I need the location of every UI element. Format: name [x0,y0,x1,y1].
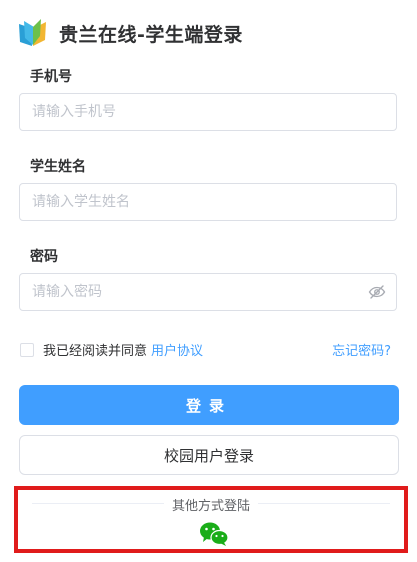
other-login-title: 其他方式登陆 [18,495,404,514]
password-label: 密码 [30,249,58,265]
eye-off-icon[interactable] [368,283,386,301]
phone-input[interactable] [19,93,397,131]
login-header: 贵兰在线-学生端登录 [17,16,243,50]
other-login-section: 其他方式登陆 [14,486,408,553]
book-logo-icon [19,19,46,46]
student-name-label: 学生姓名 [30,159,86,175]
forgot-password-link[interactable]: 忘记密码? [332,340,391,359]
student-name-input[interactable] [19,183,397,221]
agreement-row: 我已经阅读并同意 用户协议 [20,340,203,359]
other-login-title-text: 其他方式登陆 [163,499,258,514]
user-agreement-link[interactable]: 用户协议 [151,340,203,359]
page-title: 贵兰在线-学生端登录 [59,23,243,46]
agreement-checkbox[interactable] [20,342,34,357]
agreement-text: 我已经阅读并同意 [43,344,148,359]
campus-login-button[interactable]: 校园用户登录 [19,435,399,475]
password-input[interactable] [19,273,397,311]
phone-label: 手机号 [30,69,72,85]
wechat-icon[interactable] [199,521,229,547]
login-button[interactable]: 登录 [19,385,399,425]
